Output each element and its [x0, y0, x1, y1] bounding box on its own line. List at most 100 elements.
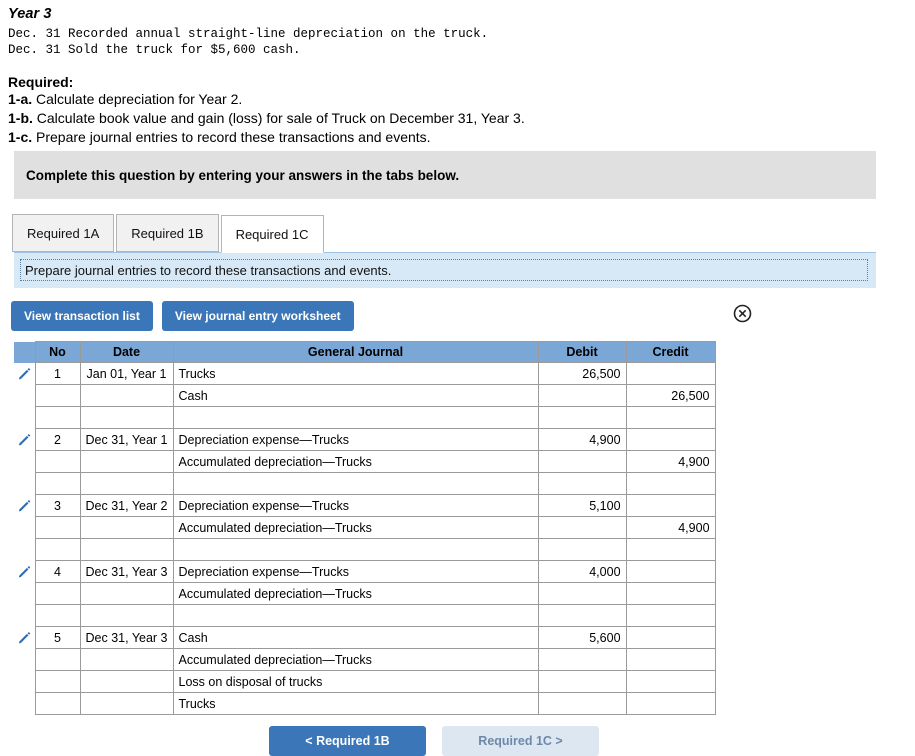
cell-credit[interactable] — [625, 648, 716, 671]
view-journal-entry-worksheet-button[interactable]: View journal entry worksheet — [161, 301, 354, 331]
cell-credit[interactable] — [625, 604, 716, 627]
cell-no[interactable] — [34, 648, 81, 671]
view-transaction-list-button[interactable]: View transaction list — [11, 301, 153, 331]
cell-no[interactable] — [34, 406, 81, 429]
cell-debit[interactable] — [537, 648, 627, 671]
cell-debit[interactable] — [537, 582, 627, 605]
cell-debit[interactable] — [537, 450, 627, 473]
cell-credit[interactable] — [625, 626, 716, 649]
cell-debit[interactable] — [537, 604, 627, 627]
cell-date[interactable]: Jan 01, Year 1 — [79, 362, 174, 385]
cell-credit[interactable] — [625, 472, 716, 495]
table-spacer-row — [14, 472, 716, 495]
row-edit-cell[interactable] — [14, 560, 35, 583]
cell-date[interactable] — [79, 538, 174, 561]
cell-debit[interactable] — [537, 384, 627, 407]
cell-date[interactable] — [79, 384, 174, 407]
cell-debit[interactable]: 26,500 — [537, 362, 627, 385]
cell-date[interactable]: Dec 31, Year 3 — [79, 626, 174, 649]
cell-date[interactable] — [79, 670, 174, 693]
cell-credit[interactable] — [625, 494, 716, 517]
cell-debit[interactable]: 5,600 — [537, 626, 627, 649]
cell-date[interactable] — [79, 450, 174, 473]
cell-debit[interactable] — [537, 692, 627, 715]
cell-debit[interactable]: 4,900 — [537, 428, 627, 451]
cell-debit[interactable]: 5,100 — [537, 494, 627, 517]
cell-general-journal[interactable] — [172, 406, 539, 429]
cell-no[interactable] — [34, 582, 81, 605]
cell-general-journal[interactable]: Cash — [172, 626, 539, 649]
cell-debit[interactable] — [537, 472, 627, 495]
cell-debit[interactable]: 4,000 — [537, 560, 627, 583]
prev-required-1b-button[interactable]: < Required 1B — [269, 726, 426, 756]
cell-general-journal[interactable]: Cash — [172, 384, 539, 407]
cell-credit[interactable] — [625, 406, 716, 429]
cell-general-journal[interactable]: Loss on disposal of trucks — [172, 670, 539, 693]
cell-no[interactable] — [34, 384, 81, 407]
cell-date[interactable] — [79, 692, 174, 715]
cell-no[interactable] — [34, 538, 81, 561]
cell-date[interactable]: Dec 31, Year 1 — [79, 428, 174, 451]
cell-general-journal[interactable]: Depreciation expense—Trucks — [172, 494, 539, 517]
cell-general-journal[interactable]: Depreciation expense—Trucks — [172, 560, 539, 583]
cell-no[interactable] — [34, 450, 81, 473]
cell-no[interactable]: 4 — [34, 560, 81, 583]
cell-general-journal[interactable]: Trucks — [172, 362, 539, 385]
cell-credit[interactable] — [625, 538, 716, 561]
cell-no[interactable]: 2 — [34, 428, 81, 451]
cell-date[interactable] — [79, 582, 174, 605]
cell-general-journal[interactable]: Trucks — [172, 692, 539, 715]
cell-general-journal[interactable] — [172, 538, 539, 561]
cell-no[interactable]: 3 — [34, 494, 81, 517]
cell-date[interactable] — [79, 472, 174, 495]
cell-no[interactable]: 1 — [34, 362, 81, 385]
cell-credit[interactable]: 4,900 — [625, 516, 716, 539]
edit-pencil-icon[interactable] — [17, 498, 32, 513]
tab-required-1a[interactable]: Required 1A — [12, 214, 115, 252]
tab-required-1c[interactable]: Required 1C — [220, 215, 324, 253]
cell-no[interactable] — [34, 670, 81, 693]
cell-debit[interactable] — [537, 538, 627, 561]
edit-pencil-icon[interactable] — [17, 630, 32, 645]
row-edit-cell[interactable] — [14, 626, 35, 649]
cell-date[interactable] — [79, 648, 174, 671]
cell-debit[interactable] — [537, 670, 627, 693]
cell-general-journal[interactable] — [172, 604, 539, 627]
cell-general-journal[interactable]: Accumulated depreciation—Trucks — [172, 582, 539, 605]
cell-general-journal[interactable]: Accumulated depreciation—Trucks — [172, 516, 539, 539]
close-circle-icon[interactable] — [733, 304, 752, 323]
row-edit-cell[interactable] — [14, 494, 35, 517]
cell-no[interactable] — [34, 604, 81, 627]
cell-date[interactable] — [79, 516, 174, 539]
cell-general-journal[interactable]: Accumulated depreciation—Trucks — [172, 648, 539, 671]
next-required-1c-button[interactable]: Required 1C > — [442, 726, 599, 756]
cell-credit[interactable]: 4,900 — [625, 450, 716, 473]
cell-no[interactable]: 5 — [34, 626, 81, 649]
cell-credit[interactable] — [625, 362, 716, 385]
cell-credit[interactable] — [625, 692, 716, 715]
tab-required-1b[interactable]: Required 1B — [116, 214, 219, 252]
cell-no[interactable] — [34, 692, 81, 715]
cell-date[interactable]: Dec 31, Year 3 — [79, 560, 174, 583]
cell-general-journal[interactable] — [172, 472, 539, 495]
cell-date[interactable] — [79, 604, 174, 627]
cell-credit[interactable] — [625, 670, 716, 693]
cell-no[interactable] — [34, 472, 81, 495]
row-edit-cell[interactable] — [14, 428, 35, 451]
row-edit-cell[interactable] — [14, 362, 35, 385]
edit-pencil-icon[interactable] — [17, 432, 32, 447]
cell-credit[interactable] — [625, 582, 716, 605]
cell-credit[interactable]: 26,500 — [625, 384, 716, 407]
table-row: 3 Dec 31, Year 2 Depreciation expense—Truc… — [14, 494, 716, 517]
cell-general-journal[interactable]: Accumulated depreciation—Trucks — [172, 450, 539, 473]
cell-no[interactable] — [34, 516, 81, 539]
cell-date[interactable] — [79, 406, 174, 429]
cell-credit[interactable] — [625, 560, 716, 583]
edit-pencil-icon[interactable] — [17, 564, 32, 579]
cell-credit[interactable] — [625, 428, 716, 451]
edit-pencil-icon[interactable] — [17, 366, 32, 381]
cell-general-journal[interactable]: Depreciation expense—Trucks — [172, 428, 539, 451]
cell-debit[interactable] — [537, 406, 627, 429]
cell-date[interactable]: Dec 31, Year 2 — [79, 494, 174, 517]
cell-debit[interactable] — [537, 516, 627, 539]
